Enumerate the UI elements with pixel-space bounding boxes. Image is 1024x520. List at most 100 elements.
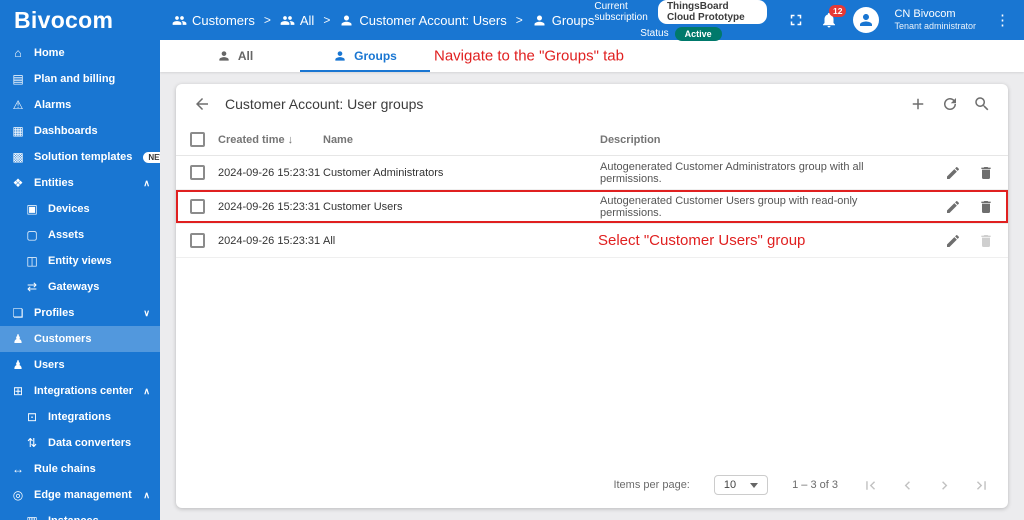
breadcrumb-label: Customer Account: Users — [359, 12, 507, 28]
sidebar-item-edge-management[interactable]: ◎ Edge management ∧ — [0, 482, 160, 508]
chevron-right-icon — [942, 480, 948, 490]
sidebar-item-data-converters[interactable]: ⇅ Data converters — [0, 430, 160, 456]
subscription-chip[interactable]: ThingsBoard Cloud Prototype — [657, 0, 768, 24]
chevron-left-icon — [904, 480, 910, 490]
sidebar-item-assets[interactable]: ▢ Assets — [0, 222, 160, 248]
person-icon — [335, 51, 345, 61]
chevron-up-icon: ∧ — [143, 385, 150, 396]
cell-created-time: 2024-09-26 15:23:31 — [218, 166, 321, 179]
refresh-button[interactable] — [941, 95, 959, 113]
more-menu-button[interactable]: ⋮ — [991, 11, 1014, 29]
previous-page-button[interactable] — [899, 477, 916, 494]
sidebar-item-gateways[interactable]: ⇄ Gateways — [0, 274, 160, 300]
devices-icon: ▣ — [26, 202, 38, 216]
user-role: Tenant administrator — [894, 21, 976, 32]
pencil-icon — [947, 234, 959, 247]
select-all-checkbox[interactable] — [190, 132, 205, 147]
row-checkbox[interactable] — [190, 199, 205, 214]
table-row-customer-users[interactable]: 2024-09-26 15:23:31 Customer Users Autog… — [176, 190, 1008, 224]
last-page-button[interactable] — [973, 477, 990, 494]
first-page-button[interactable] — [862, 477, 879, 494]
edit-button[interactable] — [945, 233, 961, 249]
dropdown-arrow-icon — [750, 482, 759, 488]
search-button[interactable] — [973, 95, 991, 113]
person-icon — [860, 14, 873, 26]
sidebar-item-dashboards[interactable]: ▦ Dashboards — [0, 118, 160, 144]
breadcrumb-separator: > — [323, 13, 331, 27]
next-page-button[interactable] — [936, 477, 953, 494]
refresh-icon — [944, 98, 956, 110]
table-header: Created time ↓ Name Description — [176, 124, 1008, 156]
row-checkbox[interactable] — [190, 233, 205, 248]
sidebar-item-alarms[interactable]: ⚠ Alarms — [0, 92, 160, 118]
notifications-button[interactable]: 12 — [820, 5, 847, 29]
sidebar-item-plan-and-billing[interactable]: ▤ Plan and billing — [0, 66, 160, 92]
table-row[interactable]: 2024-09-26 15:23:31 All — [176, 224, 1008, 258]
table-row[interactable]: 2024-09-26 15:23:31 Customer Administrat… — [176, 156, 1008, 190]
fullscreen-button[interactable] — [787, 11, 805, 29]
header-actions: 12 CN Bivocom Tenant administrator ⋮ — [787, 5, 1014, 33]
pagination-range: 1 – 3 of 3 — [792, 479, 838, 491]
sidebar-item-home[interactable]: ⌂ Home — [0, 40, 160, 66]
page-title: Customer Account: User groups — [225, 96, 424, 112]
column-description[interactable]: Description — [600, 134, 918, 146]
pagination-controls — [862, 477, 990, 494]
person-icon — [219, 51, 229, 61]
instances-icon: ▥ — [24, 514, 40, 520]
status-badge: Active — [674, 26, 722, 41]
sidebar-item-integrations-center[interactable]: ⊞ Integrations center ∧ — [0, 378, 160, 404]
top-header: Bivocom Customers > All > Customer Accou… — [0, 0, 1024, 41]
entity-views-icon: ◫ — [26, 254, 38, 268]
sidebar-item-devices[interactable]: ▣ Devices — [0, 196, 160, 222]
sidebar-item-customers[interactable]: ♟ Customers — [0, 326, 160, 352]
person-icon — [341, 15, 352, 25]
items-per-page-select[interactable]: 10 — [713, 475, 769, 495]
tab-all[interactable]: All — [170, 40, 300, 72]
sidebar-item-profiles[interactable]: ❏ Profiles ∨ — [0, 300, 160, 326]
cell-created-time: 2024-09-26 15:23:31 — [218, 200, 321, 213]
breadcrumb-customer-account-users[interactable]: Customer Account: Users — [339, 12, 507, 28]
add-group-button[interactable] — [909, 95, 927, 113]
converters-icon: ⇅ — [26, 436, 38, 450]
rule-chains-icon: ↔ — [12, 462, 24, 476]
sidebar-item-entities[interactable]: ❖ Entities ∧ — [0, 170, 160, 196]
breadcrumb-separator: > — [515, 13, 523, 27]
edit-button[interactable] — [945, 199, 961, 215]
sidebar-item-instances[interactable]: ▥Instances — [0, 508, 160, 520]
gateways-icon: ⇄ — [26, 280, 38, 294]
breadcrumb-groups[interactable]: Groups — [532, 12, 595, 28]
row-checkbox[interactable] — [190, 165, 205, 180]
sidebar-item-users[interactable]: ♟ Users — [0, 352, 160, 378]
cell-description: Autogenerated Customer Users group with … — [600, 194, 858, 219]
back-button[interactable] — [193, 95, 211, 113]
fullscreen-icon — [791, 14, 802, 26]
sidebar-item-rule-chains[interactable]: ↔ Rule chains — [0, 456, 160, 482]
plus-icon — [912, 98, 924, 110]
chevron-up-icon: ∧ — [143, 489, 150, 500]
column-created-time[interactable]: Created time ↓ — [218, 134, 323, 146]
edit-button[interactable] — [945, 165, 961, 181]
breadcrumb-all[interactable]: All — [280, 13, 314, 28]
subscription-label: Current subscription — [594, 0, 648, 23]
sidebar-item-solution-templates[interactable]: ▩Solution templatesNEW — [0, 144, 160, 170]
new-badge: NEW — [143, 151, 160, 163]
tab-bar: All Groups Navigate to the "Groups" tab — [160, 40, 1024, 72]
sidebar-item-entity-views[interactable]: ◫ Entity views — [0, 248, 160, 274]
breadcrumb-customers[interactable]: Customers — [172, 13, 255, 28]
avatar[interactable] — [853, 7, 880, 33]
integrations-icon: ⊡ — [26, 410, 38, 424]
column-name[interactable]: Name — [323, 134, 600, 146]
users-icon: ♟ — [12, 358, 24, 372]
logo[interactable]: Bivocom — [0, 7, 160, 34]
trash-icon — [981, 166, 991, 179]
cell-description: Autogenerated Customer Administrators gr… — [600, 160, 864, 185]
customers-icon: ♟ — [12, 332, 24, 346]
people-icon — [280, 15, 295, 25]
trash-icon — [981, 234, 991, 247]
tab-groups[interactable]: Groups — [300, 40, 430, 72]
delete-button[interactable] — [978, 199, 994, 215]
breadcrumb-label: Groups — [551, 12, 595, 28]
sidebar-item-integrations[interactable]: ⊡ Integrations — [0, 404, 160, 430]
breadcrumb-separator: > — [263, 13, 271, 27]
delete-button[interactable] — [978, 165, 994, 181]
